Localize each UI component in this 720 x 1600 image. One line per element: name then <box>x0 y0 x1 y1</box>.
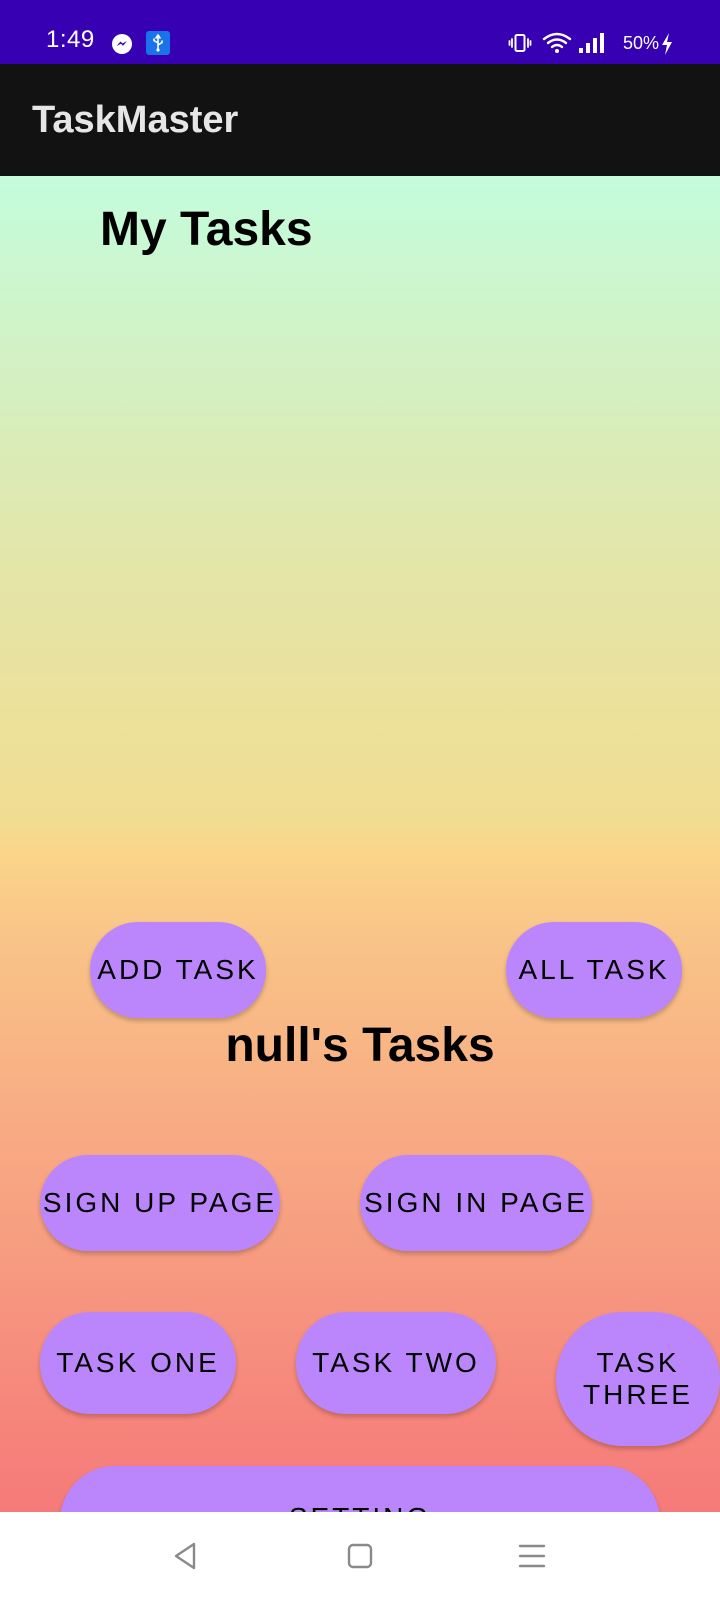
wifi-icon <box>542 32 572 53</box>
signal-icon <box>579 33 604 53</box>
app-bar: TaskMaster <box>0 64 720 176</box>
navigation-bar <box>0 1512 720 1600</box>
usb-icon <box>146 31 170 55</box>
screen: 1:49 50% TaskMaster My Tasks ADD TASK AL… <box>0 0 720 1600</box>
task-two-button[interactable]: TASK TWO <box>296 1312 496 1414</box>
add-task-label: ADD TASK <box>97 954 259 985</box>
main-content: My Tasks ADD TASK ALL TASK null's Tasks … <box>0 176 720 1512</box>
vibrate-icon <box>508 34 532 52</box>
sign-in-page-label: SIGN IN PAGE <box>364 1187 588 1218</box>
task-two-label: TASK TWO <box>312 1347 480 1378</box>
add-task-button[interactable]: ADD TASK <box>90 922 266 1018</box>
setting-button[interactable]: SETTING <box>60 1466 660 1512</box>
user-tasks-heading: null's Tasks <box>225 1019 495 1072</box>
charging-icon <box>662 33 672 55</box>
status-time: 1:49 <box>46 26 95 53</box>
all-task-label: ALL TASK <box>518 954 670 985</box>
task-three-label-line1: TASK <box>596 1347 680 1378</box>
sign-in-page-button[interactable]: SIGN IN PAGE <box>360 1155 592 1251</box>
all-task-button[interactable]: ALL TASK <box>506 922 682 1018</box>
setting-label: SETTING <box>289 1502 431 1512</box>
messenger-icon <box>112 34 132 54</box>
page-title: My Tasks <box>100 203 313 256</box>
sign-up-page-label: SIGN UP PAGE <box>42 1187 278 1218</box>
task-three-label-line2: THREE <box>583 1379 693 1410</box>
home-icon[interactable] <box>336 1532 384 1580</box>
sign-up-page-button[interactable]: SIGN UP PAGE <box>40 1155 280 1251</box>
task-one-button[interactable]: TASK ONE <box>40 1312 236 1414</box>
task-one-label: TASK ONE <box>56 1347 220 1378</box>
app-title: TaskMaster <box>32 99 239 141</box>
status-bar: 1:49 50% <box>0 0 720 64</box>
task-three-button[interactable]: TASK THREE <box>556 1312 720 1446</box>
back-icon[interactable] <box>162 1532 210 1580</box>
battery-percent: 50% <box>623 33 660 53</box>
recents-icon[interactable] <box>508 1532 556 1580</box>
